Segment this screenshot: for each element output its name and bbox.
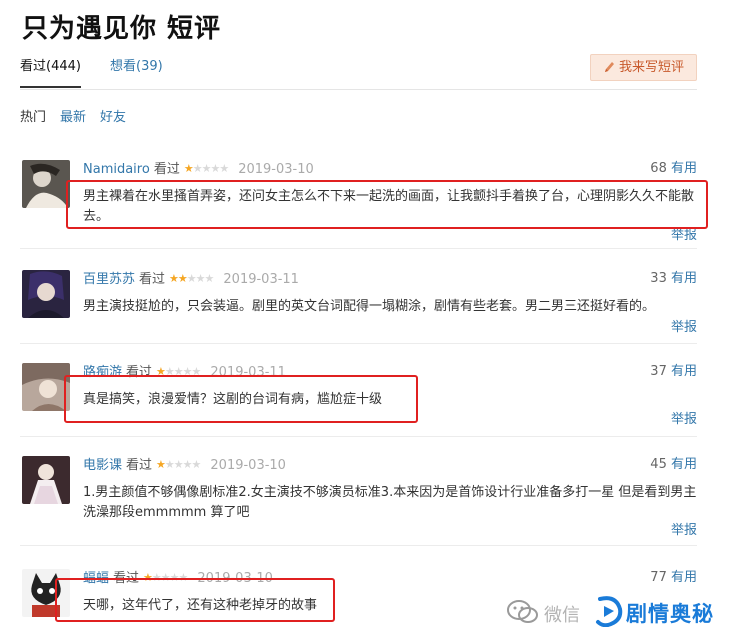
review-content: 1.男主颜值不够偶像剧标准2.女主演技不够演员标准3.本来因为是首饰设计行业准备… [83,485,697,520]
review-username[interactable]: 电影课 [83,458,122,473]
watermark-prefix: 微信 [544,605,580,626]
star-filled-icon: ★ [183,162,194,175]
watched-label: 看过 [139,272,166,287]
star-rating: ★★★★★ [143,569,189,587]
review-meta: 百里苏苏 看过 ★★★★★ 2019-03-11 [83,270,299,289]
star-empty-icon: ★ [151,571,162,584]
avatar[interactable] [22,363,70,411]
review-meta: 蝠蝠 看过 ★★★★★ 2019-03-10 [83,569,273,588]
review-item: 电影课 看过 ★★★★★ 2019-03-10 45 有用 1.男主颜值不够偶像剧标准… [20,456,697,546]
watched-label: 看过 [113,571,140,586]
review-date: 2019-03-11 [223,272,299,287]
star-empty-icon: ★ [173,458,184,471]
useful-vote: 68 有用 [650,160,697,178]
watermark-brand: 剧情奥秘 [626,602,714,626]
brand-logo-icon [596,596,623,627]
review-date: 2019-03-10 [197,571,273,586]
star-empty-icon: ★ [204,272,215,285]
useful-button[interactable]: 有用 [671,271,697,286]
avatar[interactable] [22,569,70,617]
review-meta: Namidairo 看过 ★★★★★ 2019-03-10 [83,160,314,179]
review-date: 2019-03-10 [210,458,286,473]
review-meta: 路痴游 看过 ★★★★★ 2019-03-11 [83,363,286,382]
review-username[interactable]: 路痴游 [83,365,122,380]
star-empty-icon: ★ [191,365,202,378]
star-filled-icon: ★ [177,272,188,285]
useful-button[interactable]: 有用 [671,570,697,585]
review-date: 2019-03-11 [210,365,286,380]
star-empty-icon: ★ [192,162,203,175]
review-item: Namidairo 看过 ★★★★★ 2019-03-10 68 有用 男主裸着在水里… [20,160,697,249]
star-empty-icon: ★ [164,458,175,471]
useful-vote: 37 有用 [650,363,697,381]
review-list: Namidairo 看过 ★★★★★ 2019-03-10 68 有用 男主裸着在水里… [0,0,733,642]
review-meta: 电影课 看过 ★★★★★ 2019-03-10 [83,456,286,475]
star-rating: ★★★★★ [156,456,202,474]
star-filled-icon: ★ [156,365,166,378]
divider [20,545,697,546]
review-item: 路痴游 看过 ★★★★★ 2019-03-11 37 有用 真是搞笑，浪漫爱情？这剧的… [20,363,697,437]
report-link[interactable]: 举报 [671,227,697,245]
review-content: 男主裸着在水里搔首弄姿，还问女主怎么不下来一起洗的画面，让我颤抖手着换了台，心理… [83,189,695,224]
report-link[interactable]: 举报 [671,522,697,540]
avatar[interactable] [22,160,70,208]
star-empty-icon: ★ [191,458,202,471]
useful-button[interactable]: 有用 [671,161,697,176]
star-empty-icon: ★ [210,162,220,175]
watched-label: 看过 [126,365,153,380]
avatar[interactable] [22,456,70,504]
divider [20,343,697,344]
useful-count: 33 [650,271,667,286]
report-link[interactable]: 举报 [671,319,697,337]
star-filled-icon: ★ [169,272,179,285]
review-item: 百里苏苏 看过 ★★★★★ 2019-03-11 33 有用 男主演技挺尬的，只会装逼… [20,270,697,344]
review-content: 男主演技挺尬的，只会装逼。剧里的英文台词配得一塌糊涂，剧情有些老套。男二男三还挺… [83,299,656,314]
star-empty-icon: ★ [195,272,206,285]
review-username[interactable]: 蝠蝠 [83,571,109,586]
star-rating: ★★★★★ [183,160,229,178]
star-empty-icon: ★ [182,365,193,378]
useful-vote: 33 有用 [650,270,697,288]
divider [20,436,697,437]
star-empty-icon: ★ [186,272,197,285]
useful-count: 77 [650,570,667,585]
useful-count: 37 [650,364,667,379]
review-username[interactable]: Namidairo [83,162,150,177]
review-date: 2019-03-10 [238,162,314,177]
star-empty-icon: ★ [160,571,171,584]
avatar[interactable] [22,270,70,318]
review-username[interactable]: 百里苏苏 [83,272,135,287]
useful-count: 45 [650,457,667,472]
star-empty-icon: ★ [182,458,193,471]
star-empty-icon: ★ [164,365,175,378]
report-link[interactable]: 举报 [671,411,697,429]
star-rating: ★★★★★ [156,363,202,381]
watched-label: 看过 [126,458,153,473]
star-empty-icon: ★ [219,162,229,175]
star-empty-icon: ★ [178,571,189,584]
useful-count: 68 [650,161,667,176]
star-empty-icon: ★ [173,365,184,378]
wechat-icon [507,600,538,623]
star-filled-icon: ★ [156,458,166,471]
star-filled-icon: ★ [143,571,153,584]
star-rating: ★★★★★ [169,270,215,288]
useful-button[interactable]: 有用 [671,364,697,379]
useful-vote: 45 有用 [650,456,697,474]
useful-vote: 77 有用 [650,569,697,587]
divider [20,248,697,249]
star-empty-icon: ★ [169,571,180,584]
useful-button[interactable]: 有用 [671,457,697,472]
review-content: 真是搞笑，浪漫爱情？这剧的台词有病，尴尬症十级 [83,392,383,407]
watched-label: 看过 [153,162,180,177]
